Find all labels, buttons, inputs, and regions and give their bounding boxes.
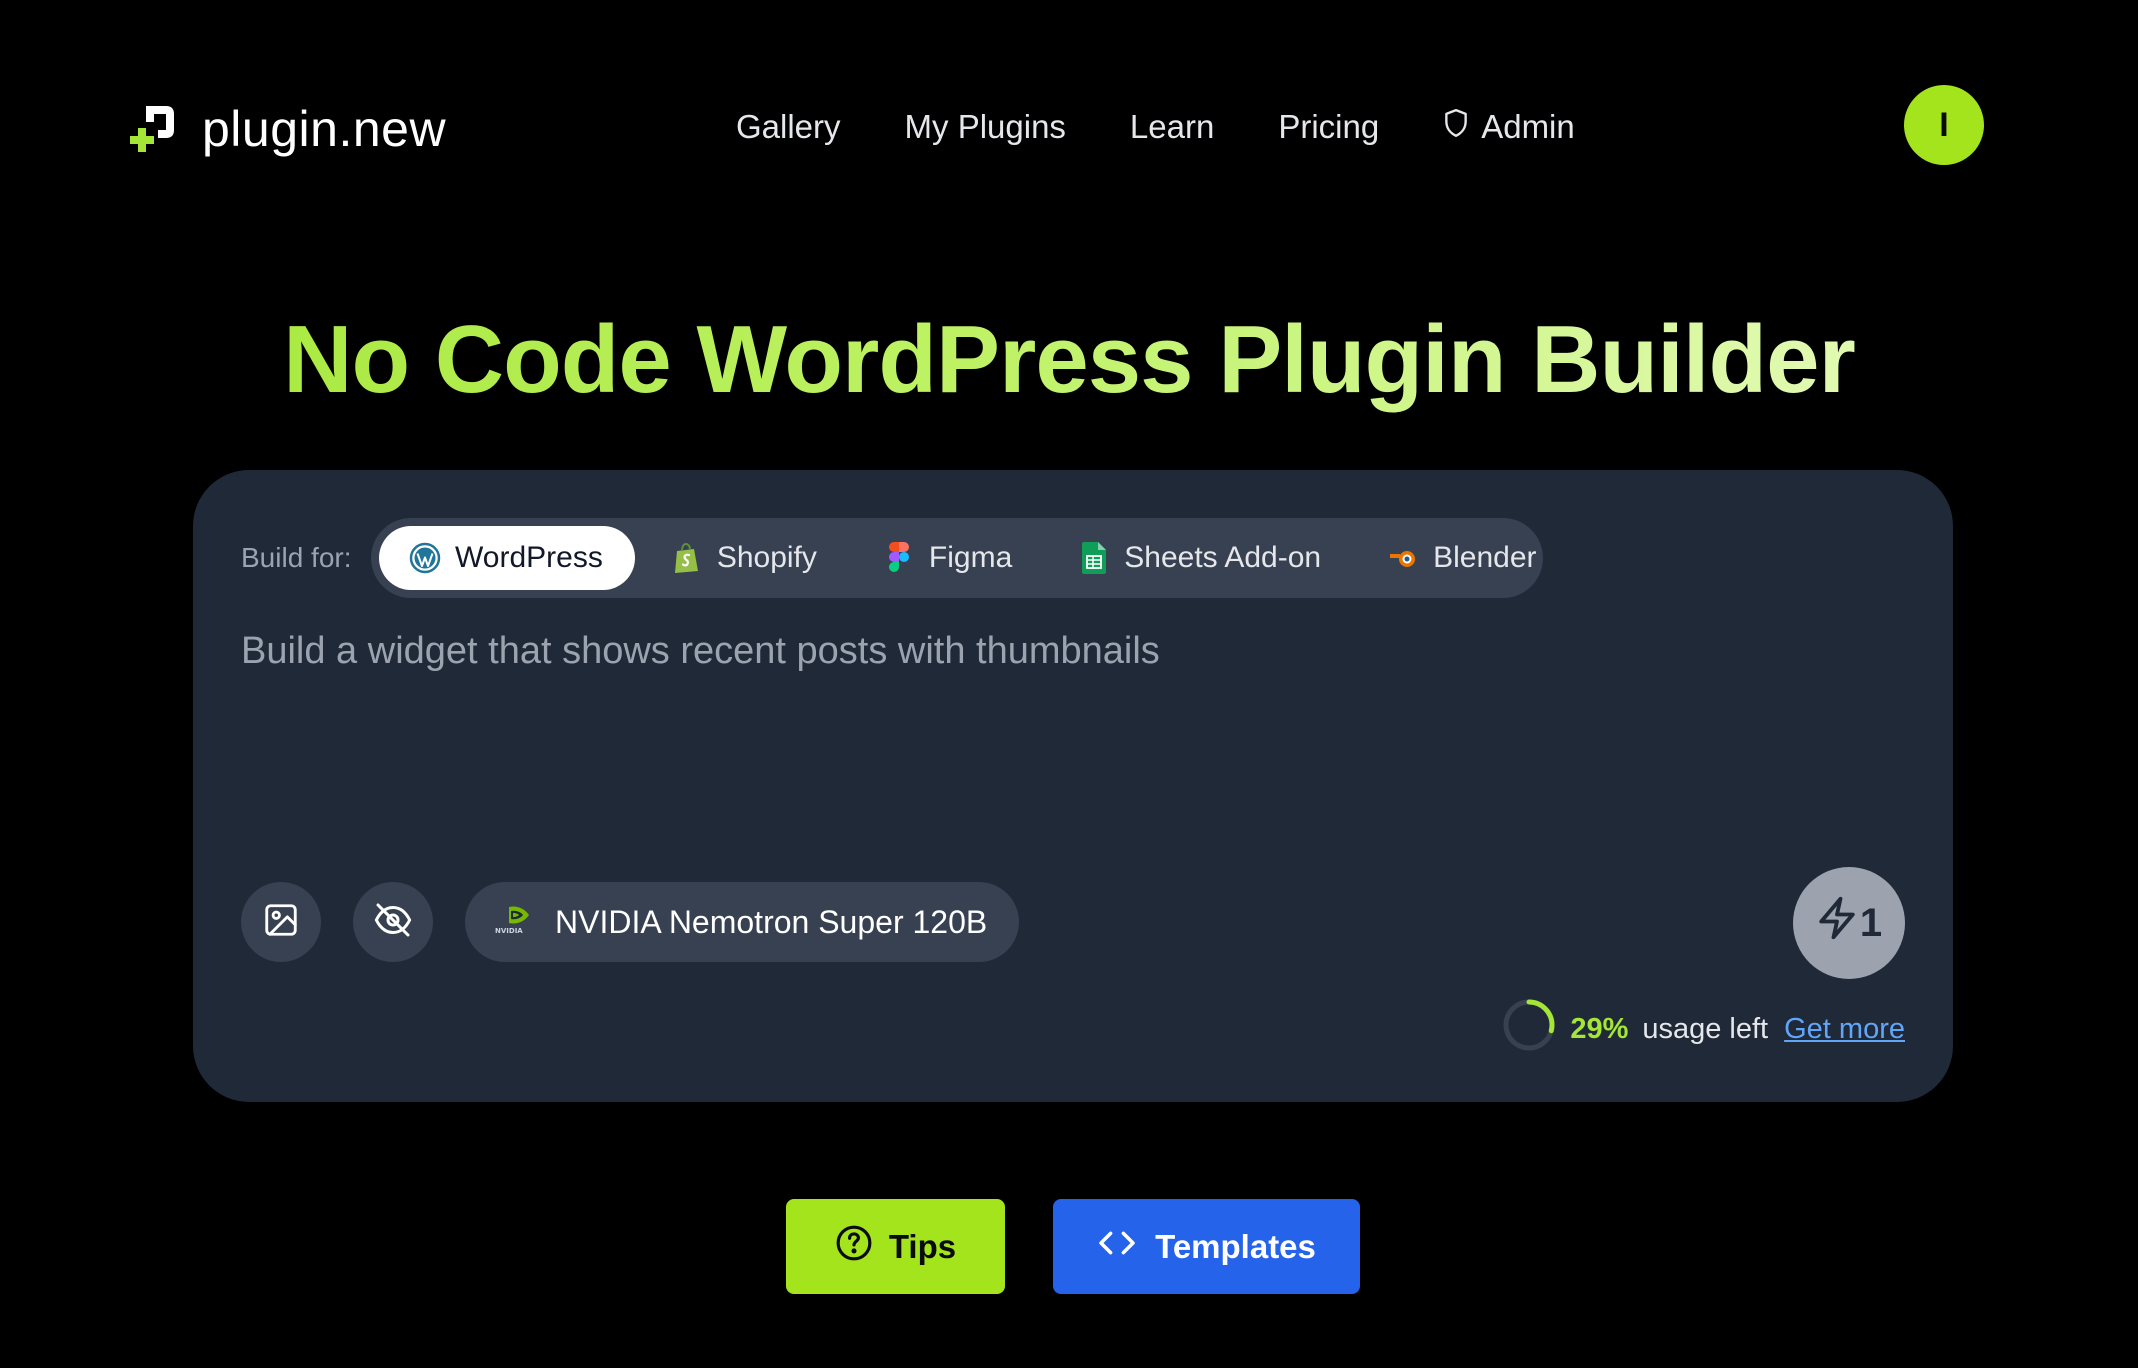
platform-tab-sheets[interactable]: Sheets Add-on <box>1048 526 1351 590</box>
nvidia-icon: NVIDIA <box>495 901 537 943</box>
platform-label: Blender <box>1433 541 1537 574</box>
nav-admin[interactable]: Admin <box>1443 108 1575 146</box>
builder-card: Build for: WordPress Shopify Figma Sheet… <box>193 470 1953 1102</box>
logo[interactable]: plugin.new <box>128 100 446 158</box>
figma-icon <box>883 542 915 574</box>
templates-label: Templates <box>1155 1227 1316 1265</box>
user-avatar[interactable]: I <box>1904 85 1984 165</box>
shield-icon <box>1443 108 1469 146</box>
get-more-link[interactable]: Get more <box>1784 1013 1905 1046</box>
nav-admin-label: Admin <box>1481 108 1575 145</box>
prompt-input[interactable] <box>241 630 1901 830</box>
platform-label: Shopify <box>716 541 817 574</box>
page: plugin.new Gallery My Plugins Learn Pric… <box>0 0 2138 1368</box>
logo-icon <box>128 102 178 156</box>
nav-my-plugins[interactable]: My Plugins <box>905 108 1066 146</box>
platform-tab-figma[interactable]: Figma <box>853 526 1042 590</box>
svg-text:NVIDIA: NVIDIA <box>495 927 523 935</box>
blender-icon <box>1387 542 1419 574</box>
usage-ring-icon <box>1502 998 1556 1060</box>
visibility-toggle-button[interactable] <box>353 882 433 962</box>
build-for-label: Build for: <box>241 542 352 573</box>
shopify-icon <box>671 542 703 574</box>
wordpress-icon <box>409 542 441 574</box>
platform-tab-shopify[interactable]: Shopify <box>641 526 847 590</box>
generate-button[interactable]: 1 <box>1793 867 1905 979</box>
generate-count: 1 <box>1859 900 1883 945</box>
logo-text: plugin.new <box>202 101 447 157</box>
platform-tab-wordpress[interactable]: WordPress <box>379 526 635 590</box>
platform-selector: WordPress Shopify Figma Sheets Add-on Bl… <box>371 518 1543 598</box>
platform-label: WordPress <box>455 541 603 574</box>
page-title: No Code WordPress Plugin Builder <box>0 305 2138 415</box>
tips-label: Tips <box>888 1227 957 1265</box>
image-icon <box>262 901 300 944</box>
model-label: NVIDIA Nemotron Super 120B <box>555 903 988 940</box>
platform-label: Sheets Add-on <box>1124 541 1322 574</box>
help-circle-icon <box>835 1224 873 1270</box>
tips-button[interactable]: Tips <box>786 1199 1005 1294</box>
main-nav: Gallery My Plugins Learn Pricing Admin <box>736 100 1575 154</box>
nav-gallery[interactable]: Gallery <box>736 108 841 146</box>
platform-tab-blender[interactable]: Blender <box>1357 526 1566 590</box>
lightning-icon <box>1816 895 1858 951</box>
platform-label: Figma <box>928 541 1013 574</box>
upload-image-button[interactable] <box>241 882 321 962</box>
code-icon <box>1097 1227 1137 1267</box>
usage-percent: 29% <box>1570 1012 1629 1045</box>
usage-indicator: 29% usage left Get more <box>1502 998 1905 1060</box>
eye-off-icon <box>373 900 413 945</box>
nav-pricing[interactable]: Pricing <box>1278 108 1379 146</box>
nav-learn[interactable]: Learn <box>1130 108 1214 146</box>
model-selector[interactable]: NVIDIA NVIDIA Nemotron Super 120B <box>465 882 1020 962</box>
templates-button[interactable]: Templates <box>1053 1199 1360 1294</box>
sheets-icon <box>1078 542 1110 574</box>
usage-text: usage left <box>1642 1012 1769 1045</box>
